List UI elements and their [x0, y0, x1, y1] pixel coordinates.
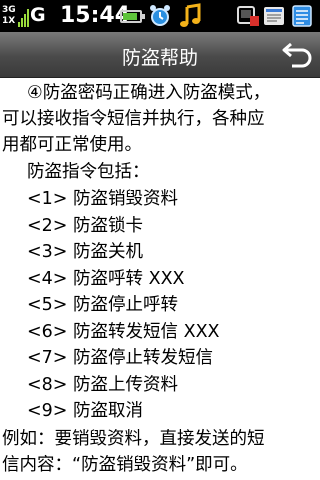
page-title: 防盗帮助 [121, 47, 198, 69]
example-line: 例如：要销毁资料，直接发送的短 [2, 429, 265, 449]
paragraph-line: 可以接收指令短信并执行，各种应 [2, 109, 265, 129]
commands-intro: 防盗指令包括： [27, 162, 150, 182]
command-item: <2> 防盗锁卡 [27, 216, 144, 236]
command-item: <6> 防盗转发短信 XXX [27, 322, 220, 342]
network-sub-label: 1X [2, 16, 16, 26]
message-icon [264, 7, 284, 25]
alarm-clock-icon [150, 5, 170, 26]
back-arrow-icon[interactable] [280, 38, 316, 72]
command-item: <5> 防盗停止呼转 [27, 295, 179, 315]
status-bar: 3G 1X G 15:44 [0, 0, 320, 32]
notes-icon [292, 5, 312, 27]
music-note-icon [180, 3, 201, 27]
paragraph-line: ④防盗密码正确进入防盗模式， [27, 83, 271, 103]
network-type-label: 3G [2, 5, 16, 15]
command-item: <9> 防盗取消 [27, 401, 144, 421]
command-item: <4> 防盗呼转 XXX [27, 269, 185, 289]
battery-icon [120, 10, 145, 23]
command-item: <7> 防盗停止转发短信 [27, 348, 214, 368]
command-item: <8> 防盗上传资料 [27, 375, 179, 395]
carrier-g-label: G [30, 4, 46, 26]
example-line: 信内容：“防盗销毁资料”即可。 [2, 455, 248, 475]
phone-alert-icon [237, 6, 259, 26]
command-item: <1> 防盗销毁资料 [27, 189, 179, 209]
help-content: ④防盗密码正确进入防盗模式， 可以接收指令短信并执行，各种应 用都可正常使用。 … [0, 78, 320, 480]
signal-strength-icon: 3G 1X [2, 4, 29, 28]
title-bar: 防盗帮助 [0, 32, 320, 78]
paragraph-line: 用都可正常使用。 [2, 135, 142, 155]
command-item: <3> 防盗关机 [27, 242, 144, 262]
